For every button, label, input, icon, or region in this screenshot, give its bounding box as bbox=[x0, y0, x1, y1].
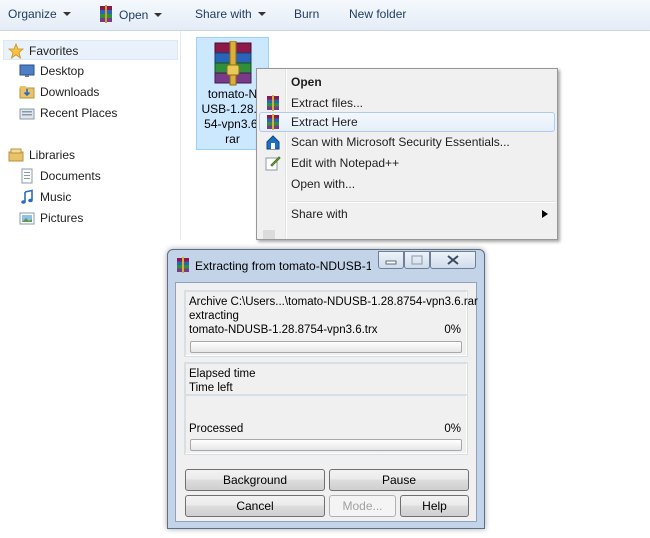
open-button[interactable]: Open bbox=[97, 5, 163, 23]
nav-pictures-label: Pictures bbox=[40, 211, 84, 225]
command-bar: Organize Open Share with Burn New folder bbox=[0, 0, 650, 31]
menu-item-scan[interactable]: Scan with Microsoft Security Essentials.… bbox=[259, 132, 555, 152]
extraction-dialog: Extracting from tomato-NDUSB-1.28.8754-v… bbox=[167, 249, 485, 529]
share-with-button[interactable]: Share with bbox=[195, 7, 266, 21]
share-with-label: Share with bbox=[195, 7, 252, 21]
open-label: Open bbox=[119, 8, 149, 22]
menu-item-open-with-label: Open with... bbox=[291, 177, 356, 191]
menu-item-cutoff bbox=[263, 229, 553, 239]
time-group: Elapsed time Time left bbox=[184, 362, 468, 396]
menu-item-share-with-label: Share with bbox=[291, 207, 348, 221]
processed-label: Processed bbox=[189, 423, 244, 435]
cancel-button[interactable]: Cancel bbox=[185, 495, 325, 517]
nav-desktop-label: Desktop bbox=[40, 64, 85, 78]
dialog-body: Archive C:\Users...\tomato-NDUSB-1.28.87… bbox=[175, 282, 478, 522]
documents-icon bbox=[21, 168, 33, 184]
menu-item-open[interactable]: Open bbox=[259, 72, 555, 92]
menu-item-scan-label: Scan with Microsoft Security Essentials.… bbox=[291, 135, 510, 149]
mode-button[interactable]: Mode... bbox=[329, 495, 396, 517]
menu-item-extract-here-label: Extract Here bbox=[291, 115, 358, 129]
recent-places-icon bbox=[19, 108, 35, 120]
organize-button[interactable]: Organize bbox=[8, 7, 71, 21]
processed-group: Processed 0% bbox=[184, 394, 468, 455]
dialog-title: Extracting from tomato-NDUSB-1.28.8754-v… bbox=[195, 259, 371, 273]
maximize-icon bbox=[411, 255, 423, 265]
menu-item-share-with[interactable]: Share with bbox=[259, 204, 555, 224]
menu-item-extract-files[interactable]: Extract files... bbox=[259, 93, 555, 113]
nav-recent-places-label: Recent Places bbox=[40, 106, 118, 120]
nav-documents-label: Documents bbox=[40, 169, 101, 183]
notepad-plus-plus-icon bbox=[265, 156, 281, 171]
menu-item-open-with[interactable]: Open with... bbox=[259, 174, 555, 194]
nav-favorites-label: Favorites bbox=[29, 44, 79, 58]
processed-percent: 0% bbox=[444, 423, 461, 435]
winrar-icon bbox=[177, 257, 189, 273]
menu-item-icon-faded bbox=[263, 230, 275, 239]
help-button[interactable]: Help bbox=[400, 495, 469, 517]
desktop-icon bbox=[19, 64, 35, 77]
navigation-pane: Favorites Desktop Downloads Recent Place… bbox=[0, 31, 180, 240]
music-icon bbox=[21, 189, 33, 204]
processed-progress-bar bbox=[190, 439, 462, 451]
star-icon bbox=[8, 43, 24, 59]
nav-downloads-label: Downloads bbox=[40, 85, 100, 99]
nav-favorites[interactable]: Favorites bbox=[3, 40, 178, 60]
new-folder-button[interactable]: New folder bbox=[349, 7, 406, 21]
current-file-name: tomato-NDUSB-1.28.8754-vpn3.6.trx bbox=[189, 324, 378, 336]
archive-path: Archive C:\Users...\tomato-NDUSB-1.28.87… bbox=[189, 296, 478, 308]
action-label: extracting bbox=[189, 310, 239, 322]
file-progress-group: Archive C:\Users...\tomato-NDUSB-1.28.87… bbox=[184, 290, 478, 357]
elapsed-time-label: Elapsed time bbox=[189, 368, 256, 380]
minimize-button[interactable] bbox=[378, 251, 404, 269]
background-button[interactable]: Background bbox=[185, 469, 325, 491]
nav-libraries-label: Libraries bbox=[29, 148, 76, 162]
minimize-icon bbox=[385, 260, 397, 265]
submenu-arrow-icon bbox=[542, 210, 548, 218]
chevron-down-icon bbox=[257, 12, 266, 16]
menu-item-extract-here[interactable]: Extract Here bbox=[259, 112, 555, 132]
chevron-down-icon bbox=[154, 13, 163, 17]
organize-label: Organize bbox=[8, 7, 57, 21]
winrar-icon bbox=[267, 114, 279, 130]
security-essentials-icon bbox=[266, 135, 280, 150]
menu-item-edit-notepad-label: Edit with Notepad++ bbox=[291, 156, 400, 170]
menu-separator bbox=[289, 201, 555, 203]
winrar-icon bbox=[100, 5, 112, 23]
burn-button[interactable]: Burn bbox=[294, 7, 319, 21]
chevron-down-icon bbox=[62, 12, 71, 16]
close-button[interactable] bbox=[430, 251, 476, 269]
file-progress-bar bbox=[190, 341, 462, 353]
menu-item-extract-files-label: Extract files... bbox=[291, 96, 364, 110]
nav-music-label: Music bbox=[40, 190, 72, 204]
close-icon bbox=[447, 255, 459, 265]
pictures-icon bbox=[19, 212, 35, 225]
time-left-label: Time left bbox=[189, 382, 233, 394]
winrar-archive-icon bbox=[214, 41, 252, 86]
libraries-icon bbox=[8, 148, 24, 162]
winrar-icon bbox=[267, 95, 279, 111]
menu-item-edit-notepad[interactable]: Edit with Notepad++ bbox=[259, 153, 555, 173]
pause-button[interactable]: Pause bbox=[329, 469, 469, 491]
menu-item-open-label: Open bbox=[291, 75, 322, 89]
file-percent: 0% bbox=[444, 324, 461, 336]
pane-divider[interactable] bbox=[180, 31, 181, 240]
context-menu: Open Extract files... Extract Here Scan … bbox=[256, 68, 558, 240]
maximize-button[interactable] bbox=[404, 251, 430, 269]
downloads-folder-icon bbox=[19, 86, 35, 99]
